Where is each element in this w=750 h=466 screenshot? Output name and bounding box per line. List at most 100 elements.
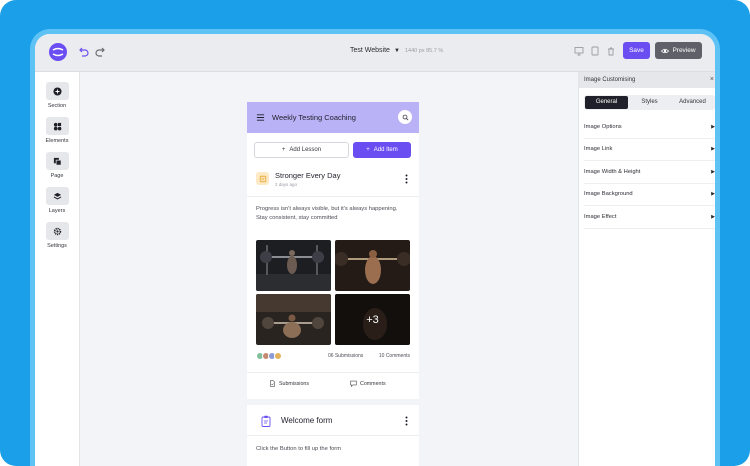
image-options-row[interactable]: Image Options ▶ [584, 116, 715, 139]
phone-header: Weekly Testing Coaching [247, 102, 419, 133]
row-label: Image Width & Height [584, 168, 641, 175]
tablet-icon[interactable] [590, 46, 600, 56]
tab-general[interactable]: General [585, 96, 628, 109]
add-lesson-button[interactable]: + Add Lesson [254, 142, 349, 158]
document-icon [270, 380, 275, 387]
site-name: Test Website [350, 47, 390, 54]
panel-sections: Image Options ▶ Image Link ▶ Image Width… [579, 116, 715, 229]
action-buttons: + Add Lesson + Add Item [247, 133, 419, 158]
preview-label: Preview [672, 47, 696, 54]
comments-count[interactable]: 10 Comments [379, 353, 410, 359]
canvas-size-zoom: 1440 px 85.7 % [405, 48, 444, 54]
form-title: Welcome form [281, 416, 333, 425]
post-stats: 06 Submissions 10 Comments [256, 352, 410, 362]
preview-button[interactable]: Preview [655, 42, 702, 59]
redo-icon[interactable] [95, 46, 107, 58]
plus-circle-icon [45, 82, 69, 100]
photo-grid: +3 [256, 240, 410, 345]
device-switcher [574, 46, 616, 56]
row-label: Image Background [584, 191, 633, 198]
plus-icon: + [366, 147, 370, 153]
image-size-row[interactable]: Image Width & Height ▶ [584, 161, 715, 184]
triangle-right-icon: ▶ [711, 168, 715, 175]
app-canvas-area: Test Website ▼ 1440 px 85.7 % Save Previ… [35, 34, 715, 466]
row-label: Image Effect [584, 213, 617, 220]
mobile-preview: Weekly Testing Coaching + Add Lesson + A… [247, 102, 419, 466]
triangle-right-icon: ▶ [711, 213, 715, 220]
tab-advanced[interactable]: Advanced [671, 96, 714, 109]
add-item-button[interactable]: + Add Item [353, 142, 411, 158]
submissions-count[interactable]: 06 Submissions [328, 353, 363, 359]
app-logo-icon [49, 43, 67, 61]
app-window: Test Website ▼ 1440 px 85.7 % Save Previ… [30, 29, 720, 466]
post-photo[interactable] [256, 240, 331, 291]
sidebar-item-label: Settings [47, 243, 67, 249]
sidebar-item-section[interactable]: Section [39, 82, 75, 109]
row-label: Image Link [584, 146, 613, 153]
triangle-right-icon: ▶ [711, 146, 715, 153]
submissions-label: Submissions [279, 380, 310, 387]
eye-icon [661, 48, 670, 53]
sidebar-item-label: Elements [45, 138, 69, 144]
triangle-right-icon: ▶ [711, 123, 715, 130]
post-header: Stronger Every Day 2 days ago [247, 169, 419, 197]
image-background-row[interactable]: Image Background ▶ [584, 184, 715, 206]
form-header: Welcome form [247, 412, 419, 436]
save-button[interactable]: Save [623, 42, 650, 59]
post-actions: Submissions Comments [247, 372, 419, 392]
comment-icon [350, 380, 357, 387]
sidebar-item-settings[interactable]: Settings [39, 222, 75, 249]
gear-icon [45, 222, 69, 240]
image-link-row[interactable]: Image Link ▶ [584, 139, 715, 161]
panel-tabs: General Styles Advanced [584, 95, 715, 110]
avatar-stack [256, 352, 282, 360]
more-options-icon[interactable] [405, 174, 408, 184]
properties-panel: Image Customising × General Styles Advan… [578, 72, 715, 466]
desktop-icon[interactable] [574, 46, 584, 56]
sidebar-item-elements[interactable]: Elements [39, 117, 75, 144]
avatar [274, 352, 282, 360]
elements-icon [45, 117, 69, 135]
close-icon[interactable]: × [710, 76, 714, 83]
layers-icon [45, 187, 69, 205]
add-item-label: Add Item [373, 147, 398, 153]
comments-button[interactable]: Comments [350, 380, 386, 387]
tab-styles[interactable]: Styles [628, 96, 671, 109]
comments-label: Comments [360, 380, 386, 387]
left-sidebar: Section Elements Page Layers Settings [35, 72, 80, 466]
post-title: Stronger Every Day [275, 171, 341, 180]
search-button[interactable] [398, 110, 412, 124]
sidebar-item-label: Layers [48, 208, 66, 214]
sidebar-item-label: Page [50, 173, 64, 179]
section-divider [247, 399, 419, 405]
undo-icon[interactable] [77, 46, 89, 58]
chevron-down-icon: ▼ [393, 47, 400, 54]
site-selector[interactable]: Test Website ▼ [350, 47, 400, 54]
more-options-icon[interactable] [405, 416, 408, 426]
sidebar-item-label: Section [47, 103, 67, 109]
post-photo-more[interactable]: +3 [335, 294, 410, 345]
post-body: Progress isn't always visible, but it's … [256, 206, 398, 221]
more-photos-count: +3 [335, 294, 410, 345]
sidebar-item-page[interactable]: Page [39, 152, 75, 179]
submissions-button[interactable]: Submissions [269, 380, 309, 387]
plus-icon: + [281, 147, 286, 153]
hamburger-menu-icon[interactable] [256, 113, 265, 122]
post-photo[interactable] [335, 240, 410, 291]
clipboard-icon [261, 415, 271, 427]
top-toolbar: Test Website ▼ 1440 px 85.7 % Save Previ… [35, 34, 715, 72]
search-icon [402, 114, 408, 120]
page-title: Weekly Testing Coaching [272, 113, 356, 122]
image-effect-row[interactable]: Image Effect ▶ [584, 206, 715, 229]
post-timestamp: 2 days ago [275, 182, 298, 187]
triangle-right-icon: ▶ [711, 191, 715, 198]
add-lesson-label: Add Lesson [289, 147, 322, 153]
panel-header: Image Customising × [579, 72, 715, 88]
panel-title: Image Customising [584, 77, 636, 83]
form-description: Click the Button to fill up the form [256, 446, 342, 452]
row-label: Image Options [584, 123, 622, 130]
trash-icon[interactable] [606, 46, 616, 56]
sidebar-item-layers[interactable]: Layers [39, 187, 75, 214]
post-photo[interactable] [256, 294, 331, 345]
page-icon [45, 152, 69, 170]
